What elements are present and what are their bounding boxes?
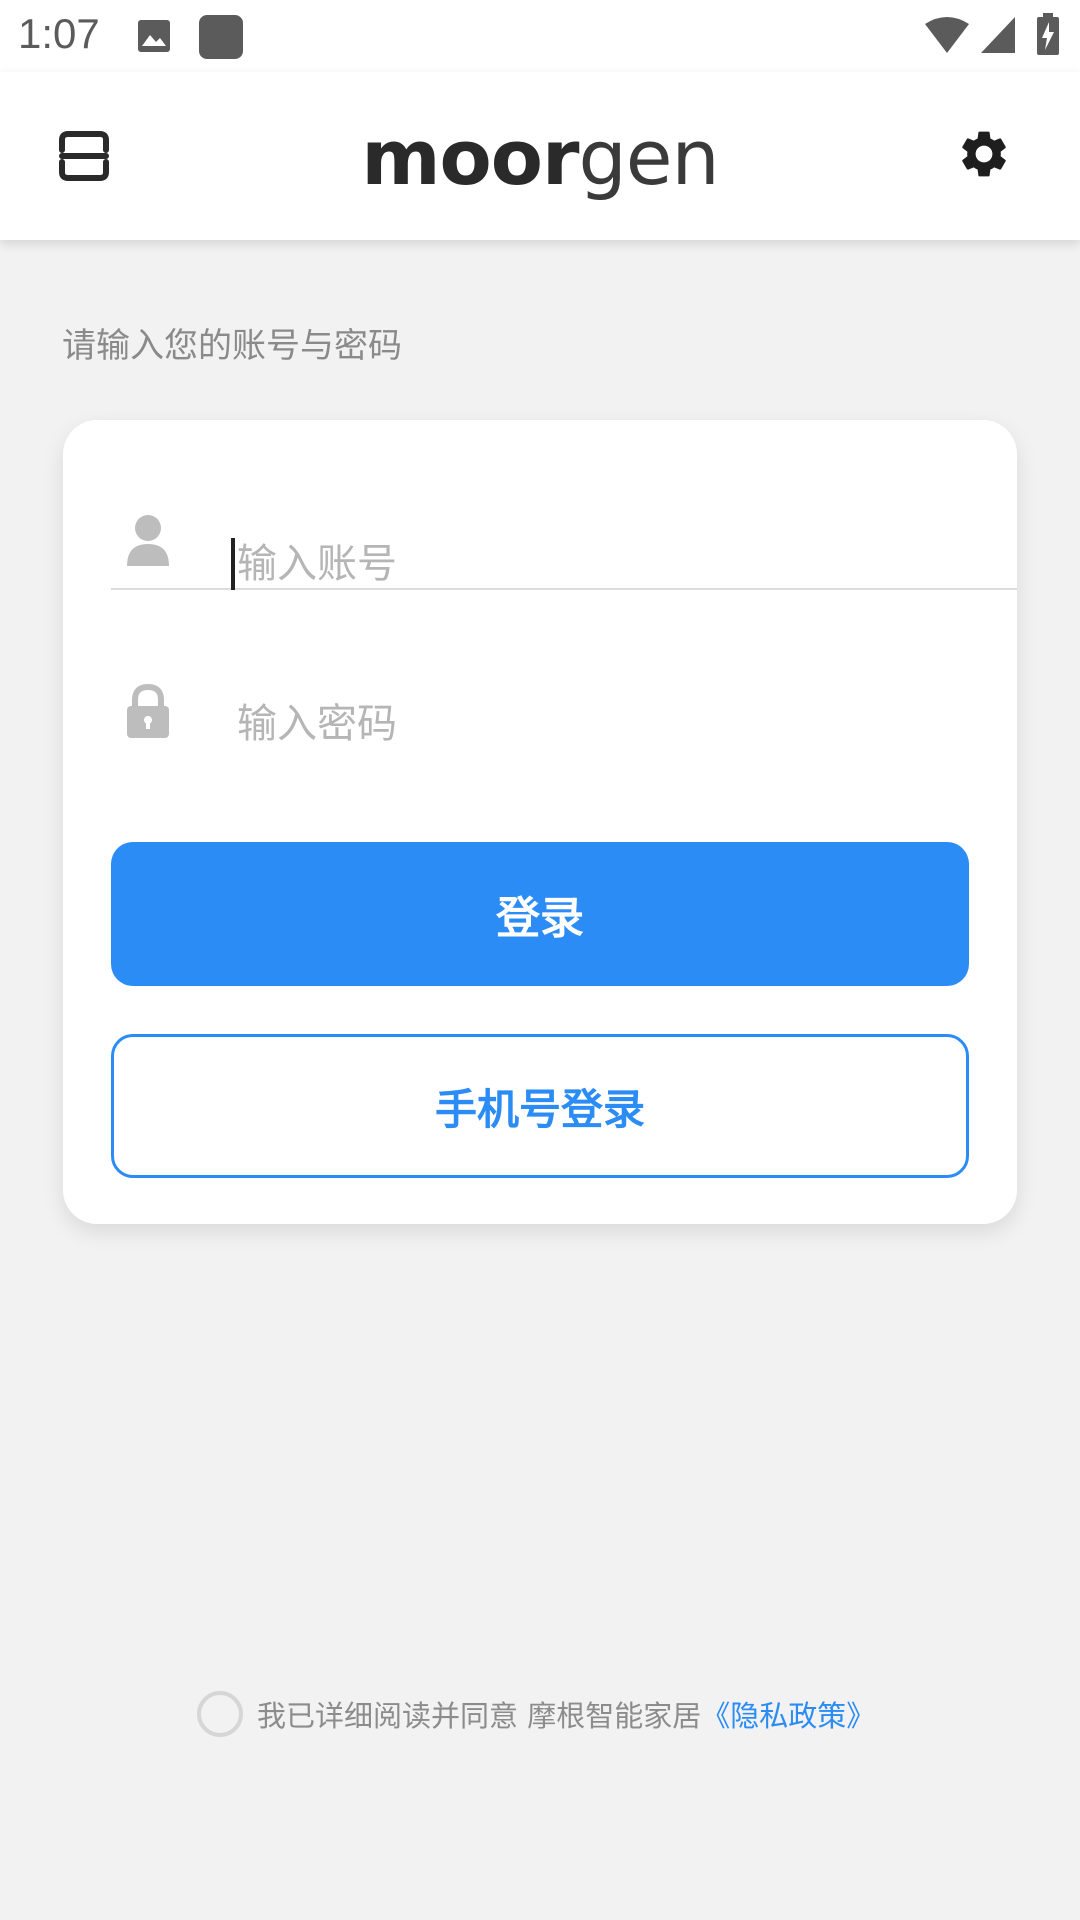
app-logo: moor gen (360, 108, 720, 208)
battery-charging-icon (1037, 13, 1059, 55)
logo-light-text: gen (578, 113, 719, 202)
privacy-policy-link[interactable]: 《隐私政策》 (701, 1693, 875, 1735)
password-field (111, 592, 1017, 764)
wifi-icon (925, 17, 969, 53)
agreement-text: 我已详细阅读并同意 摩根智能家居 (257, 1699, 702, 1733)
app-header: moor gen (0, 72, 1080, 240)
status-bar: 1:07 (0, 0, 1080, 72)
account-input[interactable] (231, 538, 991, 590)
cell-signal-icon (981, 17, 1015, 53)
user-icon (127, 515, 169, 566)
agree-checkbox[interactable] (197, 1691, 243, 1737)
app-square-icon (199, 15, 243, 59)
logo-bold-text: moor (361, 113, 579, 202)
password-input[interactable] (231, 684, 991, 764)
phone-login-button[interactable]: 手机号登录 (111, 1034, 969, 1178)
lock-icon (127, 684, 169, 738)
login-hint: 请输入您的账号与密码 (62, 326, 402, 366)
status-time: 1:07 (18, 10, 100, 57)
login-button[interactable]: 登录 (111, 842, 969, 986)
scan-menu-button[interactable] (56, 128, 112, 184)
account-field (111, 420, 1017, 590)
settings-button[interactable] (956, 126, 1012, 182)
gear-icon (962, 131, 1006, 177)
login-card: 登录 手机号登录 (63, 420, 1017, 1224)
privacy-agreement: 我已详细阅读并同意 摩根智能家居 《隐私政策》 (197, 1690, 875, 1738)
image-icon (138, 20, 170, 52)
scan-menu-icon (59, 131, 109, 181)
